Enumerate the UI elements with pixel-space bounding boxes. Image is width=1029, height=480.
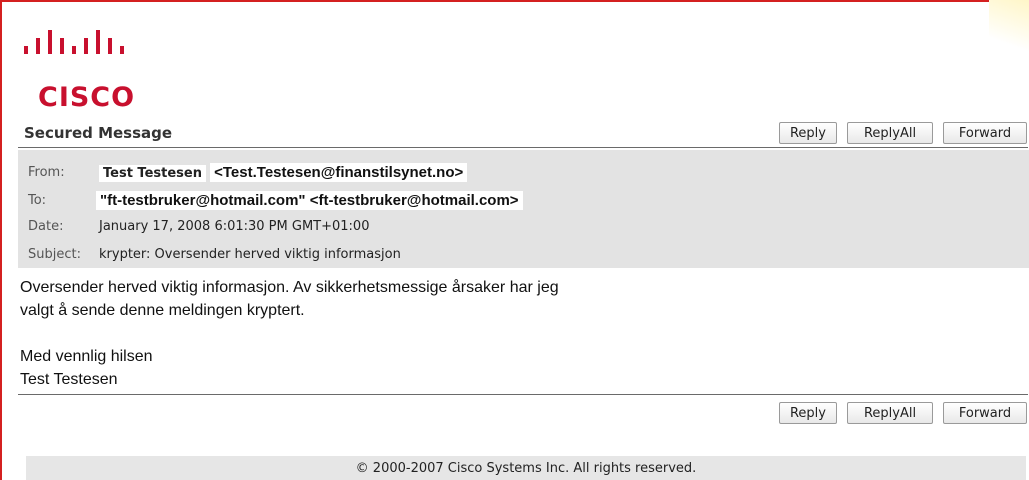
reply-all-button[interactable]: ReplyAll (847, 122, 933, 144)
to-label: To: (28, 192, 47, 208)
reply-button[interactable]: Reply (779, 122, 837, 144)
reply-all-button-bottom[interactable]: ReplyAll (847, 402, 933, 424)
from-value: Test Testesen <Test.Testesen@finanstilsy… (99, 162, 468, 182)
corner-highlight (989, 0, 1029, 60)
body-divider (18, 394, 1028, 395)
footer: © 2000-2007 Cisco Systems Inc. All right… (26, 456, 1026, 480)
from-label: From: (28, 164, 65, 180)
copyright-text: © 2000-2007 Cisco Systems Inc. All right… (355, 460, 697, 476)
reply-button-bottom[interactable]: Reply (779, 402, 837, 424)
from-name: Test Testesen (99, 164, 206, 182)
cisco-wordmark: CISCO (38, 82, 136, 113)
message-header-panel: From: Test Testesen <Test.Testesen@finan… (18, 150, 1029, 268)
top-action-bar: Reply ReplyAll Forward (779, 122, 1027, 144)
body-line: Med vennlig hilsen (20, 348, 153, 365)
page-title: Secured Message (24, 124, 173, 142)
body-line: Oversender herved viktig informasjon. Av… (20, 279, 559, 296)
date-value: January 17, 2008 6:01:30 PM GMT+01:00 (99, 218, 370, 234)
body-line: valgt å sende denne meldingen kryptert. (20, 302, 305, 319)
cisco-bars-icon (24, 30, 124, 54)
subject-value: krypter: Oversender herved viktig inform… (99, 246, 401, 262)
cisco-logo: CISCO (16, 22, 146, 113)
header-divider (18, 147, 1028, 148)
to-address: "ft-testbruker@hotmail.com" <ft-testbruk… (96, 190, 523, 210)
body-line: Test Testesen (20, 371, 118, 388)
from-email: <Test.Testesen@finanstilsynet.no> (210, 162, 468, 182)
bottom-action-bar: Reply ReplyAll Forward (779, 402, 1027, 424)
subject-label: Subject: (28, 246, 81, 262)
forward-button[interactable]: Forward (943, 122, 1027, 144)
date-label: Date: (28, 218, 64, 234)
message-body: Oversender herved viktig informasjon. Av… (20, 276, 559, 391)
to-value: "ft-testbruker@hotmail.com" <ft-testbruk… (96, 190, 523, 210)
forward-button-bottom[interactable]: Forward (943, 402, 1027, 424)
